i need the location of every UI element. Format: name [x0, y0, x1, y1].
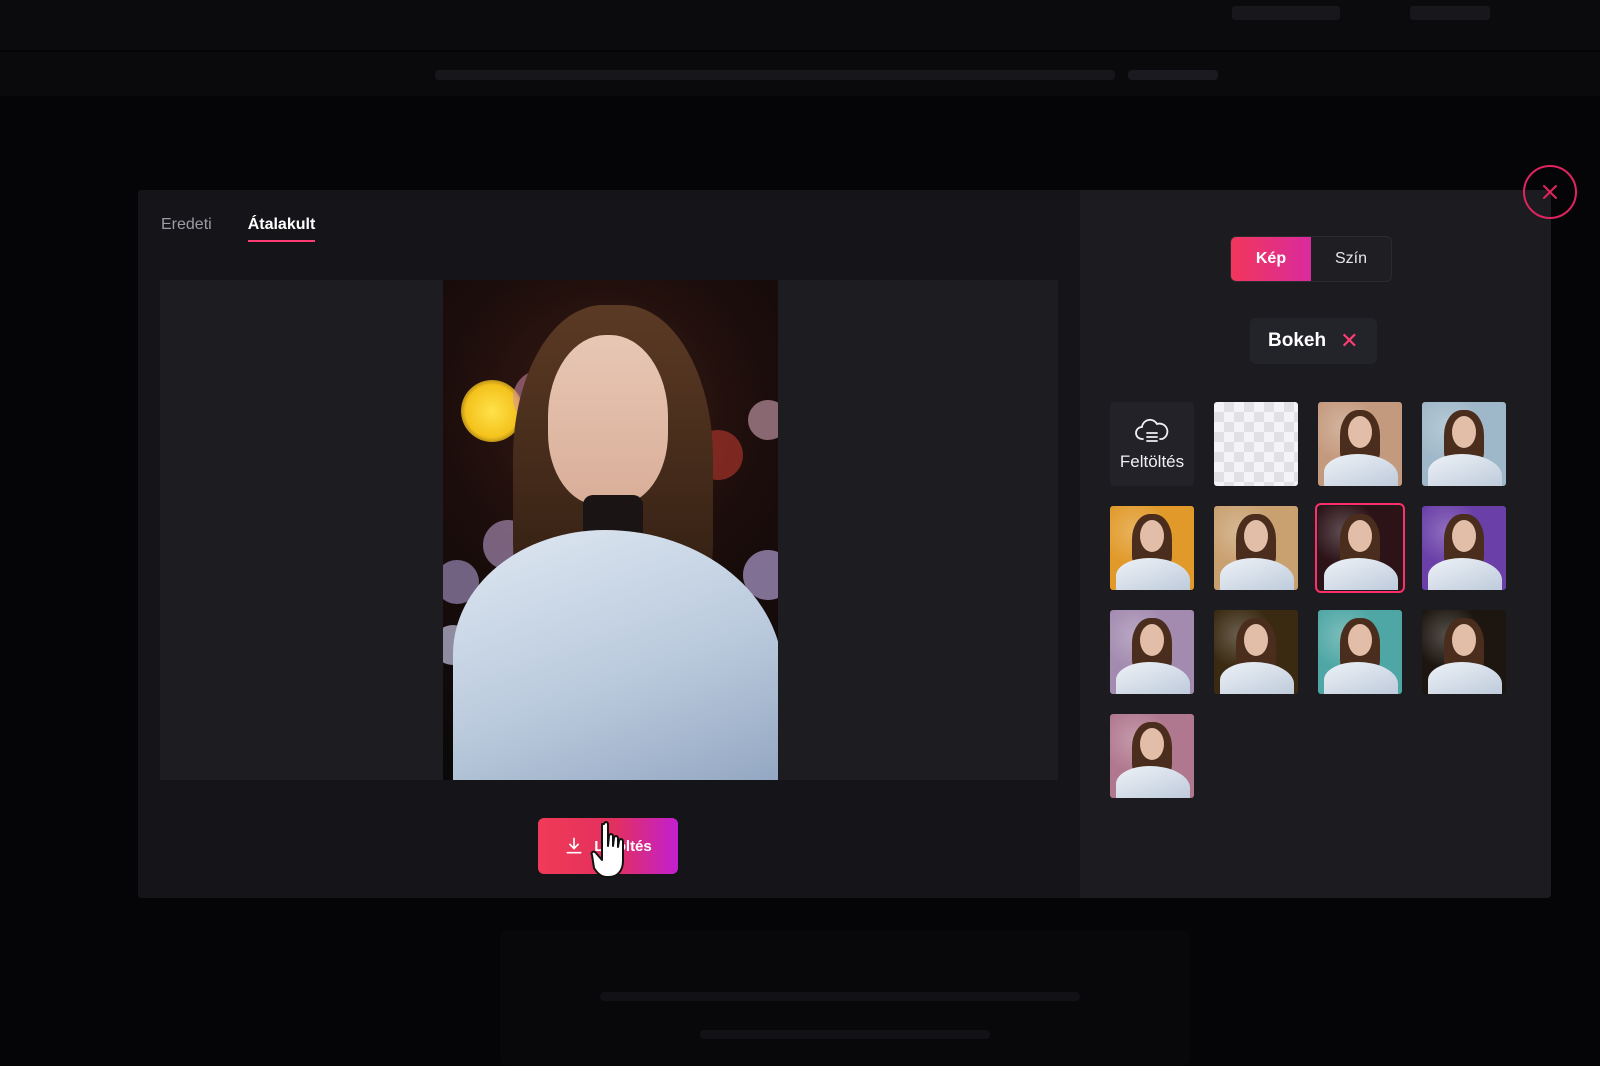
thumbnail-subject [1244, 624, 1268, 656]
thumbnail-subject [1116, 662, 1190, 694]
thumbnail-subject [1428, 558, 1502, 590]
background-tile[interactable] [1422, 610, 1506, 694]
background-card-text [700, 1030, 990, 1039]
background-upload-card [500, 930, 1190, 1066]
thumbnail-subject [1452, 624, 1476, 656]
background-top-bar [0, 0, 1600, 50]
download-icon [566, 837, 582, 854]
background-tile[interactable] [1318, 610, 1402, 694]
close-modal-button[interactable] [1523, 165, 1577, 219]
thumbnail-subject [1324, 662, 1398, 694]
background-nav-item [1232, 6, 1340, 20]
background-tile[interactable] [1315, 503, 1405, 593]
close-icon[interactable]: ✕ [1340, 330, 1358, 352]
background-tile[interactable] [1110, 610, 1194, 694]
background-mode-toggle: Kép Szín [1230, 236, 1392, 282]
background-options-panel: Kép Szín Bokeh ✕ Feltöltés [1080, 190, 1551, 898]
tab-transformed[interactable]: Átalakult [247, 216, 316, 242]
thumbnail-subject [1348, 520, 1372, 552]
mode-option-color[interactable]: Szín [1311, 237, 1391, 281]
thumbnail-subject [1428, 662, 1502, 694]
close-icon [1543, 185, 1557, 199]
background-nav-item [1410, 6, 1490, 20]
cloud-upload-icon [1135, 418, 1169, 442]
thumbnail-subject [1348, 624, 1372, 656]
category-filter-chip: Bokeh ✕ [1250, 318, 1377, 364]
thumbnail-subject [1140, 728, 1164, 760]
background-banner-text [435, 70, 1115, 80]
background-tile[interactable] [1214, 610, 1298, 694]
category-label: Bokeh [1268, 330, 1327, 351]
background-tile[interactable] [1110, 506, 1194, 590]
background-tile[interactable] [1422, 506, 1506, 590]
upload-background-tile[interactable]: Feltöltés [1110, 402, 1194, 486]
upload-tile-label: Feltöltés [1119, 452, 1185, 471]
background-tile[interactable] [1214, 506, 1298, 590]
background-tile[interactable] [1422, 402, 1506, 486]
background-card-text [600, 992, 1080, 1001]
subject-jacket [453, 530, 778, 780]
thumbnail-subject [1244, 520, 1268, 552]
background-tile[interactable] [1318, 402, 1402, 486]
thumbnail-subject [1348, 416, 1372, 448]
thumbnail-subject [1116, 766, 1190, 798]
background-editor-modal: Eredeti Átalakult Let [138, 190, 1551, 898]
background-banner [0, 52, 1600, 96]
hand-pointer-icon [590, 821, 624, 878]
result-photo [443, 280, 778, 780]
mode-option-image[interactable]: Kép [1231, 237, 1311, 281]
background-banner-link [1128, 70, 1218, 80]
preview-pane: Eredeti Átalakult Let [138, 190, 1080, 898]
thumbnail-subject [1220, 662, 1294, 694]
tab-original[interactable]: Eredeti [161, 216, 212, 242]
thumbnail-subject [1452, 520, 1476, 552]
thumbnail-subject [1452, 416, 1476, 448]
subject-face [548, 335, 668, 505]
thumbnail-subject [1428, 454, 1502, 486]
thumbnail-subject [1220, 558, 1294, 590]
bokeh-light [748, 400, 778, 440]
thumbnail-subject [1140, 624, 1164, 656]
thumbnail-subject [1324, 454, 1398, 486]
background-tile-transparent[interactable] [1214, 402, 1298, 486]
thumbnail-subject [1116, 558, 1190, 590]
thumbnail-subject [1140, 520, 1164, 552]
preview-canvas [160, 280, 1058, 780]
thumbnail-subject [1324, 558, 1398, 590]
background-tile[interactable] [1110, 714, 1194, 798]
view-tabs: Eredeti Átalakult [161, 216, 316, 242]
